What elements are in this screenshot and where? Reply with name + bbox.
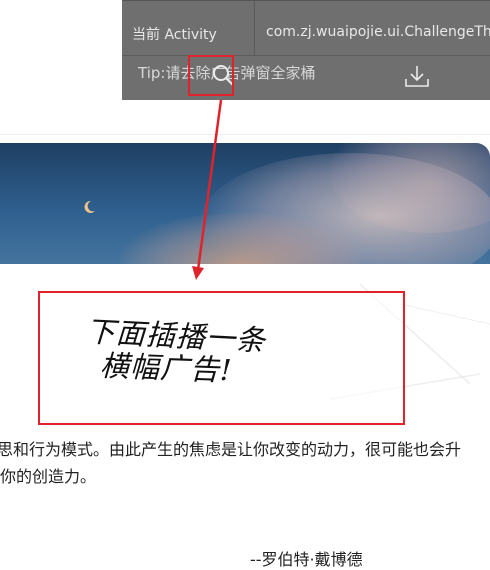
annotation-note-box: 下面插播一条 横幅广告! [38, 291, 405, 425]
moon-icon [84, 200, 95, 213]
quote-author: --罗伯特·戴博德 [250, 550, 363, 569]
note-line-2: 横幅广告! [99, 348, 234, 388]
banner-image [0, 143, 490, 264]
activity-info-panel: 当前 Activity com.zj.wuaipojie.ui.Challeng… [122, 0, 490, 100]
article-line-2: 你的创造力。 [0, 467, 97, 486]
activity-value: com.zj.wuaipojie.ui.ChallengeThird [266, 24, 490, 40]
column-divider [254, 1, 255, 55]
article-line-1: 思和行为模式。由此产生的焦虑是让你改变的动力，很可能也会升 [0, 440, 462, 459]
download-icon[interactable] [404, 64, 430, 88]
search-highlight-box [188, 55, 234, 96]
section-divider [0, 134, 490, 135]
activity-row: 当前 Activity com.zj.wuaipojie.ui.Challeng… [122, 0, 490, 56]
activity-label: 当前 Activity [132, 27, 217, 43]
